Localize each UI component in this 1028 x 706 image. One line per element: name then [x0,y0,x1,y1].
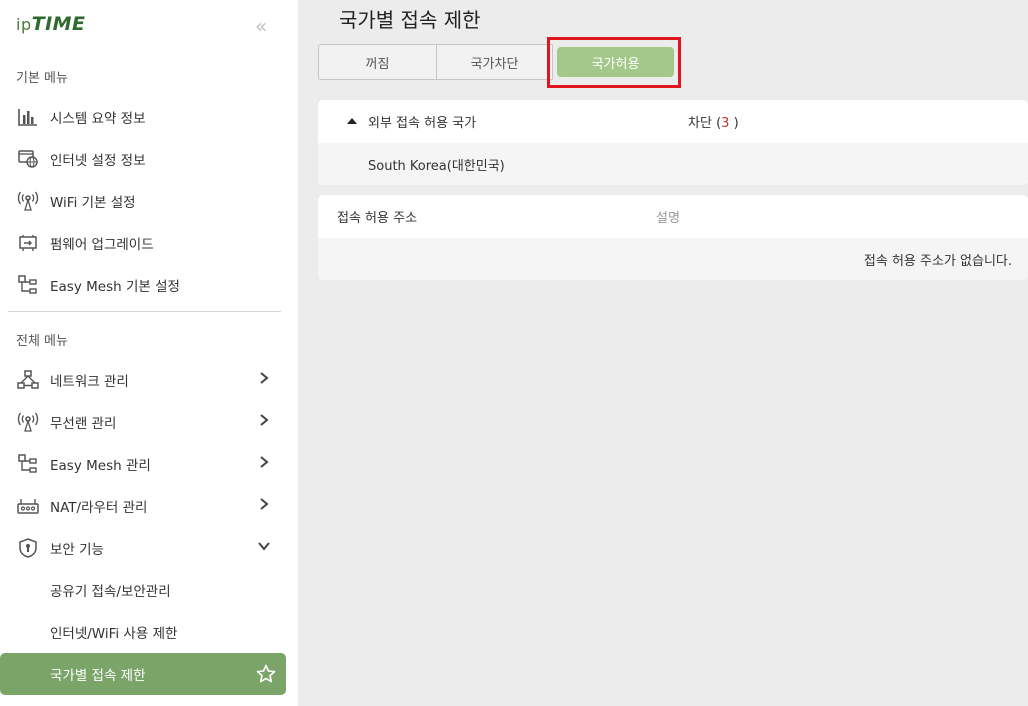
mesh-icon [16,273,40,297]
globe-monitor-icon [16,147,40,171]
collapse-sidebar-icon[interactable]: « [255,14,267,38]
wifi-antenna-icon [16,189,40,213]
favorite-star-icon[interactable] [256,664,276,684]
chevron-right-icon [260,414,269,426]
allowed-country-title: 외부 접속 허용 국가 [368,116,477,131]
collapse-triangle-icon[interactable] [347,118,357,124]
block-count: 3 [721,116,730,131]
router-icon [16,494,40,518]
allowed-address-card: 접속 허용 주소 설명 접속 허용 주소가 없습니다. [318,195,1028,280]
basic-menu-title: 기본 메뉴 [16,71,68,86]
menu-wifi-basic[interactable]: WiFi 기본 설정 [0,180,298,222]
network-icon [16,368,40,392]
menu-easymesh-basic[interactable]: Easy Mesh 기본 설정 [0,264,298,306]
submenu-country-access-limit[interactable]: 국가별 접속 제한 [0,653,286,695]
sidebar-divider [8,311,281,312]
submenu-internet-wifi-limit[interactable]: 인터넷/WiFi 사용 제한 [0,611,298,653]
full-menu-title: 전체 메뉴 [16,334,68,349]
chevron-right-icon [260,456,269,468]
menu-wireless[interactable]: 무선랜 관리 [0,401,298,443]
sidebar: ipTIME « 기본 메뉴 시스템 요약 정보 인터넷 설정 정보 WiFi … [0,0,298,706]
tab-off[interactable]: 꺼짐 [318,44,437,80]
menu-internet-info[interactable]: 인터넷 설정 정보 [0,138,298,180]
tab-country-block[interactable]: 국가차단 [437,44,553,80]
menu-easymesh[interactable]: Easy Mesh 관리 [0,443,298,485]
chevron-down-icon [258,542,270,551]
menu-security[interactable]: 보안 기능 [0,527,298,569]
shield-icon [16,536,40,560]
chevron-right-icon [260,498,269,510]
menu-system-summary[interactable]: 시스템 요약 정보 [0,96,298,138]
wifi-antenna-icon [16,410,40,434]
menu-nat-router[interactable]: NAT/라우터 관리 [0,485,298,527]
address-column-header: 접속 허용 주소 [337,211,418,226]
list-item: South Korea(대한민국) [318,143,1028,185]
allowed-country-card: 외부 접속 허용 국가 차단 (3 ) South Korea(대한민국) [318,100,1028,185]
empty-message-row: 접속 허용 주소가 없습니다. [318,238,1028,280]
country-name: South Korea(대한민국) [368,159,505,174]
allowed-address-header: 접속 허용 주소 설명 [318,195,1028,238]
description-column-header: 설명 [656,211,680,226]
menu-firmware-upgrade[interactable]: 펌웨어 업그레이드 [0,222,298,264]
firmware-icon [16,231,40,255]
chevron-right-icon [260,372,269,384]
block-count-label: 차단 (3 ) [688,116,739,131]
mesh-icon [16,452,40,476]
allowed-country-header[interactable]: 외부 접속 허용 국가 차단 (3 ) [318,100,1028,143]
page-title: 국가별 접속 제한 [339,8,481,32]
chart-bar-icon [16,105,40,129]
menu-network[interactable]: 네트워크 관리 [0,359,298,401]
highlight-box [547,37,681,88]
empty-message: 접속 허용 주소가 없습니다. [863,254,1012,269]
iptime-logo[interactable]: ipTIME [16,13,86,35]
submenu-router-access-security[interactable]: 공유기 접속/보안관리 [0,569,298,611]
